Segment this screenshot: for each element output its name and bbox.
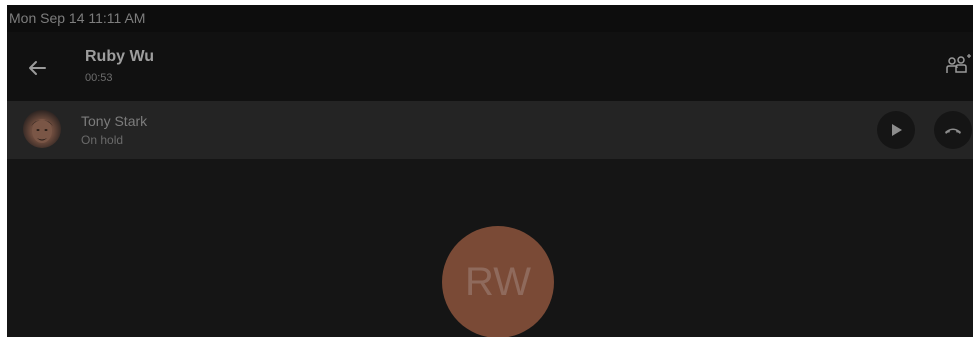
active-caller-avatar: RW xyxy=(442,226,554,337)
held-caller-avatar xyxy=(23,110,61,148)
call-duration: 00:53 xyxy=(85,72,113,84)
call-screen: Mon Sep 14 11:11 AM Ruby Wu 00:53 Tony S… xyxy=(7,5,973,337)
status-bar: Mon Sep 14 11:11 AM xyxy=(7,5,973,32)
call-header: Ruby Wu 00:53 xyxy=(7,32,973,101)
status-datetime: Mon Sep 14 11:11 AM xyxy=(9,10,146,26)
add-participant-icon xyxy=(946,54,971,73)
hang-up-icon xyxy=(945,128,961,134)
add-participant-button[interactable] xyxy=(945,52,971,78)
play-icon xyxy=(892,124,902,136)
held-call-row[interactable]: Tony Stark On hold xyxy=(7,101,973,159)
held-call-status: On hold xyxy=(81,133,124,147)
held-caller-name: Tony Stark xyxy=(81,113,148,129)
back-button[interactable] xyxy=(23,54,51,82)
arrow-left-icon xyxy=(29,61,46,75)
end-held-call-button[interactable] xyxy=(934,111,972,149)
active-caller-name: Ruby Wu xyxy=(85,48,155,65)
resume-call-button[interactable] xyxy=(877,111,915,149)
